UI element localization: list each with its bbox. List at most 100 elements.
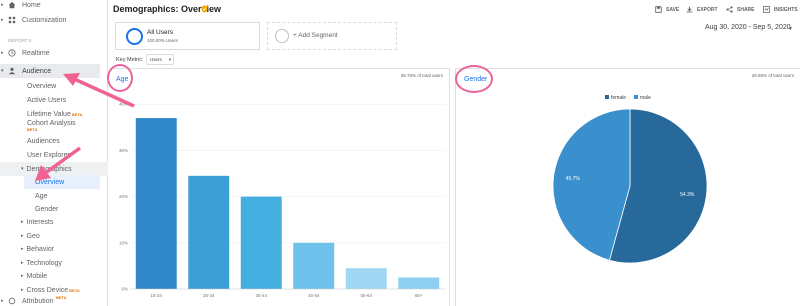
sidebar-item-label: Technology [26, 259, 62, 267]
chevron-down-icon[interactable]: ▼ [788, 26, 793, 32]
clock-icon [8, 49, 16, 57]
sidebar-item-label: Attribution [22, 297, 54, 305]
sidebar-item-label: Lifetime Value [27, 110, 71, 118]
age-bar-45-54[interactable] [293, 242, 335, 289]
sidebar-item-label: Mobile [26, 272, 48, 280]
x-tick-label: 25-34 [203, 293, 215, 298]
segment-circle-empty-icon [275, 29, 289, 43]
date-range-picker[interactable]: Aug 30, 2020 - Sep 5, 2020 [705, 24, 791, 31]
sidebar-item-label: Overview [35, 178, 65, 186]
add-segment-label: + Add Segment [293, 32, 338, 39]
age-bar-35-44[interactable] [240, 196, 282, 289]
chevron-right-icon: ▸ [21, 287, 24, 293]
add-segment-button[interactable]: + Add Segment [267, 22, 397, 50]
age-bar-chart: 40% 30% 20% 10% 0% 18-24 25-34 35-44 45-54 55-64 6… [119, 102, 445, 298]
sidebar-item-audiences[interactable]: Audiences [27, 134, 60, 148]
annotation-circle-age [107, 64, 133, 92]
share-button[interactable]: SHARE [726, 6, 755, 13]
sidebar-item-mobile[interactable]: ▸ Mobile [21, 269, 47, 283]
age-bar-55-64[interactable] [345, 268, 387, 289]
download-icon [686, 6, 693, 13]
legend-swatch-male [634, 95, 638, 99]
share-icon [726, 6, 733, 13]
sidebar-item-behavior[interactable]: ▸ Behavior [21, 242, 54, 256]
gender-pie-chart: female male 54.3% 45.7% [552, 95, 708, 264]
segment-circle-icon [126, 28, 143, 45]
sidebar-item-label: Geo [26, 232, 40, 240]
sidebar: ▸ Home ▸ Customization REPORTS ▸ Realtim… [0, 0, 108, 306]
sidebar-item-label: Cross Device [26, 286, 69, 294]
chevron-down-icon[interactable]: ▼ [168, 57, 172, 62]
y-tick-label: 40% [119, 102, 128, 107]
sidebar-item-attribution[interactable]: ▸ Attribution BETA [0, 294, 108, 306]
sidebar-item-overview[interactable]: Overview [27, 79, 56, 93]
sidebar-item-label: Behavior [26, 245, 55, 253]
grid-icon [8, 16, 16, 24]
sidebar-item-active-users[interactable]: Active Users [27, 93, 66, 107]
y-tick-label: 20% [119, 194, 128, 199]
chevron-right-icon: ▸ [1, 2, 4, 8]
legend-swatch-female [605, 95, 609, 99]
chevron-right-icon: ▸ [21, 233, 24, 239]
export-button[interactable]: EXPORT [686, 6, 718, 13]
legend-label-male[interactable]: male [640, 95, 651, 101]
sidebar-item-label: Overview [27, 82, 57, 90]
sidebar-item-demographics-overview[interactable]: Overview [35, 175, 64, 189]
insights-icon [763, 6, 770, 13]
sidebar-item-demographics[interactable]: ▾ Demographics [21, 162, 72, 176]
age-bar-65+[interactable] [398, 277, 440, 289]
chevron-down-icon: ▾ [21, 166, 24, 172]
segment-name: All Users [147, 29, 174, 36]
key-metric-label: Key Metric: [116, 57, 144, 63]
x-tick-label: 65+ [415, 293, 423, 298]
share-label: SHARE [737, 6, 755, 13]
pie-value-label: 45.7% [566, 176, 581, 182]
sidebar-item-home[interactable]: ▸ Home [0, 0, 108, 12]
annotation-circle-gender [455, 65, 493, 93]
x-tick-label: 35-44 [255, 293, 267, 298]
sidebar-item-label: Age [35, 192, 48, 200]
insights-label: INSIGHTS [774, 6, 798, 13]
segment-all-users[interactable]: All Users 100.00% Users [115, 22, 260, 50]
sidebar-item-technology[interactable]: ▸ Technology [21, 256, 62, 270]
x-tick-label: 18-24 [150, 293, 162, 298]
sidebar-item-label: Demographics [26, 165, 72, 173]
key-metric-value: Users [150, 57, 162, 62]
x-tick-label: 55-64 [360, 293, 372, 298]
sidebar-item-customization[interactable]: ▸ Customization [0, 13, 108, 27]
chevron-right-icon: ▸ [21, 260, 24, 266]
sidebar-item-label: Cohort Analysis [27, 120, 76, 127]
sidebar-item-cohort-analysis[interactable]: Cohort Analysis BETA [27, 118, 76, 134]
age-bar-18-24[interactable] [135, 118, 177, 289]
sidebar-item-interests[interactable]: ▸ Interests [21, 215, 53, 229]
sidebar-item-realtime[interactable]: ▸ Realtime [0, 46, 108, 60]
insights-button[interactable]: INSIGHTS [763, 6, 798, 13]
sidebar-item-label: Customization [22, 16, 67, 24]
sidebar-item-label: Realtime [22, 49, 50, 57]
gender-panel: Gender 28.68% of total users female male 5… [455, 68, 800, 306]
legend-label-female[interactable]: female [611, 95, 626, 101]
age-bar-25-34[interactable] [188, 175, 230, 289]
sidebar-item-user-explorer[interactable]: User Explorer [27, 148, 70, 162]
sidebar-item-gender[interactable]: Gender [35, 202, 58, 216]
pie-value-label: 54.3% [680, 192, 695, 198]
save-button[interactable]: SAVE [655, 6, 679, 13]
person-icon [8, 67, 16, 75]
beta-badge: BETA [71, 111, 83, 117]
chevron-right-icon: ▸ [1, 298, 4, 304]
y-tick-label: 10% [119, 240, 128, 245]
attribution-icon [8, 297, 16, 305]
chevron-right-icon: ▸ [1, 50, 4, 56]
chevron-right-icon: ▸ [1, 17, 4, 23]
chevron-down-icon: ▾ [1, 68, 4, 74]
sidebar-item-audience[interactable]: ▾ Audience [0, 64, 108, 78]
sidebar-item-label: Audience [22, 67, 52, 75]
segment-percentage: 100.00% Users [147, 38, 178, 43]
sidebar-item-label: Audiences [27, 137, 60, 145]
sidebar-item-geo[interactable]: ▸ Geo [21, 229, 40, 243]
x-tick-label: 45-54 [308, 293, 320, 298]
sidebar-item-age[interactable]: Age [35, 189, 47, 203]
shield-icon[interactable] [201, 5, 208, 13]
chevron-right-icon: ▸ [21, 246, 24, 252]
chevron-right-icon: ▸ [21, 219, 24, 225]
